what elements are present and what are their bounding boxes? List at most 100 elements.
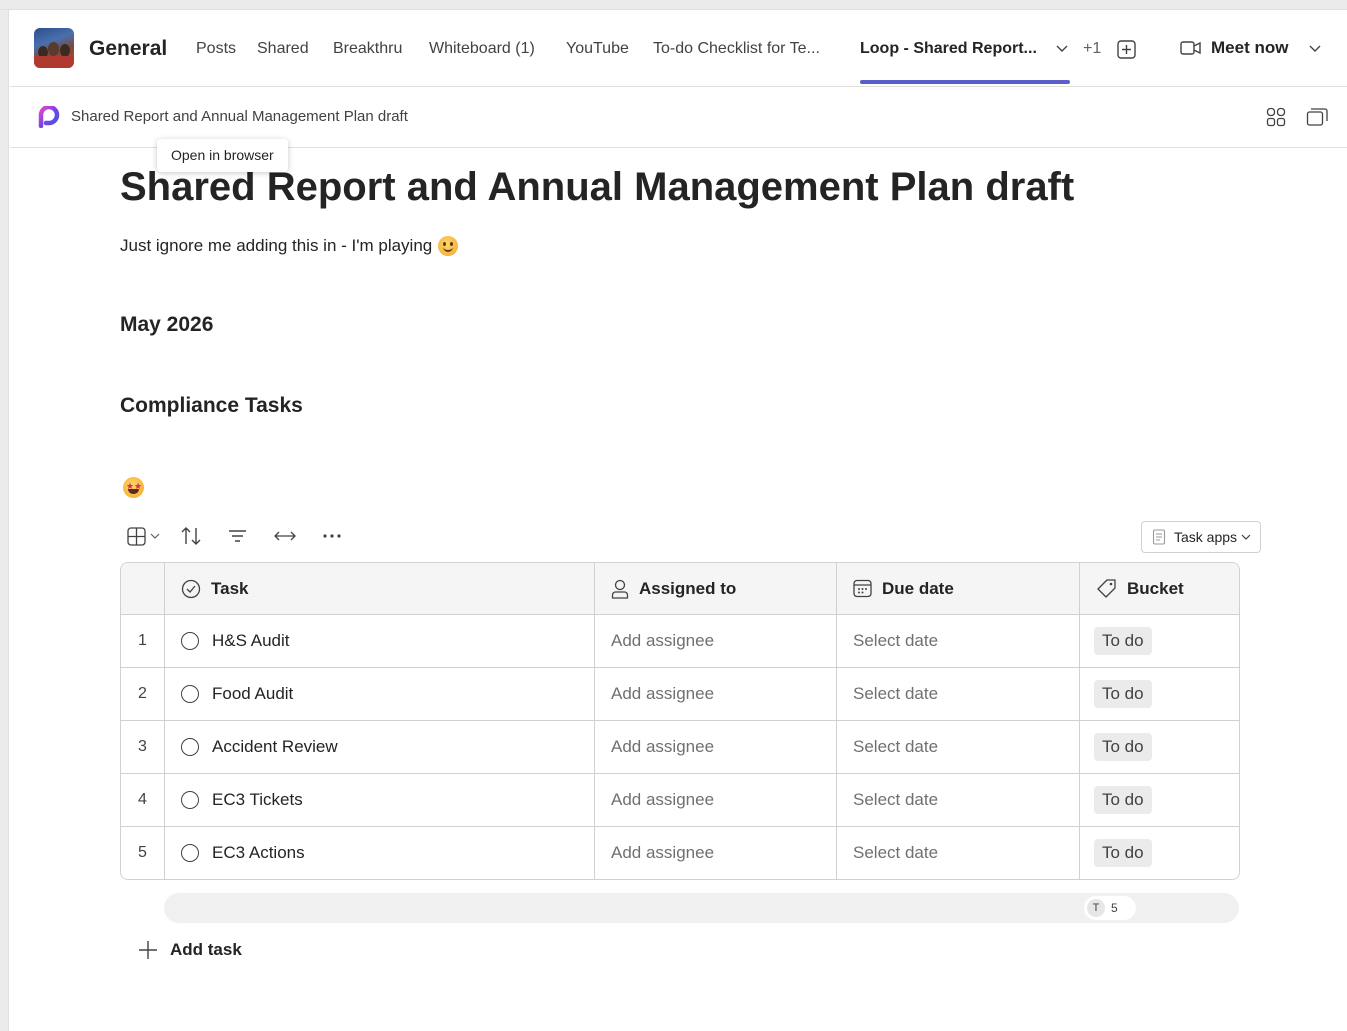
- table-grid-icon: [127, 526, 146, 546]
- loop-doc-title[interactable]: Shared Report and Annual Management Plan…: [71, 108, 408, 125]
- task-title: Food Audit: [212, 684, 294, 703]
- meet-now-chevron-down-icon[interactable]: [1308, 41, 1322, 55]
- column-header-task-label: Task: [211, 578, 249, 598]
- row-number-header: [121, 563, 164, 614]
- left-rail: [0, 10, 9, 1031]
- task-title: EC3 Tickets: [212, 790, 303, 809]
- table-row: 4 EC3 Tickets Add assignee Select date T…: [121, 773, 1239, 826]
- meet-now-label: Meet now: [1211, 38, 1289, 57]
- row-number: 1: [138, 632, 147, 649]
- more-options-button[interactable]: [308, 520, 355, 552]
- components-icon[interactable]: [1265, 106, 1287, 128]
- task-cell[interactable]: Accident Review: [164, 721, 594, 773]
- task-complete-checkbox[interactable]: [181, 738, 199, 756]
- more-tabs-count[interactable]: +1: [1083, 40, 1101, 58]
- due-date-cell[interactable]: Select date: [836, 774, 1079, 826]
- table-row: 1 H&S Audit Add assignee Select date To …: [121, 614, 1239, 667]
- loop-logo-icon: [38, 106, 60, 128]
- section-heading[interactable]: Compliance Tasks: [120, 394, 303, 418]
- column-header-bucket-label: Bucket: [1127, 578, 1184, 598]
- tag-icon: [1097, 579, 1116, 598]
- bucket-cell[interactable]: To do: [1079, 827, 1239, 879]
- bucket-cell[interactable]: To do: [1079, 721, 1239, 773]
- table-view-button[interactable]: [120, 520, 167, 552]
- month-heading[interactable]: May 2026: [120, 313, 213, 337]
- task-apps-button[interactable]: Task apps: [1141, 521, 1261, 553]
- bucket-pill: To do: [1094, 786, 1152, 814]
- task-cell[interactable]: EC3 Tickets: [164, 774, 594, 826]
- sort-button[interactable]: [167, 520, 214, 552]
- collaborator-avatar: T: [1087, 899, 1105, 917]
- active-tab-indicator: [860, 80, 1070, 84]
- meet-now-button[interactable]: Meet now: [1180, 38, 1322, 58]
- bucket-pill: To do: [1094, 733, 1152, 761]
- task-title: Accident Review: [212, 737, 338, 756]
- add-task-button[interactable]: Add task: [138, 940, 242, 960]
- check-circle-icon: [181, 579, 201, 598]
- tab-todo-checklist[interactable]: To-do Checklist for Te...: [653, 40, 820, 58]
- assignee-cell[interactable]: Add assignee: [594, 668, 836, 720]
- table-row: 2 Food Audit Add assignee Select date To…: [121, 667, 1239, 720]
- tab-shared[interactable]: Shared: [257, 40, 309, 58]
- person-icon: [611, 579, 629, 599]
- open-in-window-icon[interactable]: [1306, 106, 1328, 128]
- table-toolbar: [120, 520, 355, 552]
- task-cell[interactable]: Food Audit: [164, 668, 594, 720]
- assignee-cell[interactable]: Add assignee: [594, 827, 836, 879]
- task-complete-checkbox[interactable]: [181, 632, 199, 650]
- table-row: 5 EC3 Actions Add assignee Select date T…: [121, 826, 1239, 879]
- task-complete-checkbox[interactable]: [181, 791, 199, 809]
- open-in-browser-tooltip: Open in browser: [157, 139, 288, 172]
- bucket-cell[interactable]: To do: [1079, 668, 1239, 720]
- column-width-button[interactable]: [261, 520, 308, 552]
- due-date-cell[interactable]: Select date: [836, 668, 1079, 720]
- add-tab-icon[interactable]: [1116, 39, 1136, 59]
- bucket-cell[interactable]: To do: [1079, 774, 1239, 826]
- tab-chevron-down-icon[interactable]: [1055, 41, 1069, 55]
- star-struck-emoji-icon: ★ ★: [123, 477, 144, 498]
- due-date-cell[interactable]: Select date: [836, 615, 1079, 667]
- tasks-table: Task Assigned to Due date Bucket 1 H&S A…: [120, 562, 1240, 880]
- column-header-due-date[interactable]: Due date: [836, 563, 1079, 614]
- column-header-task[interactable]: Task: [164, 563, 594, 614]
- due-date-cell[interactable]: Select date: [836, 721, 1079, 773]
- column-header-bucket[interactable]: Bucket: [1079, 563, 1239, 614]
- task-title: EC3 Actions: [212, 843, 305, 862]
- table-view-chevron-down-icon: [150, 533, 160, 539]
- tab-breakthru[interactable]: Breakthru: [333, 40, 402, 58]
- task-apps-label: Task apps: [1174, 529, 1238, 545]
- column-header-due-date-label: Due date: [882, 578, 954, 598]
- tab-posts[interactable]: Posts: [196, 40, 236, 58]
- tab-youtube[interactable]: YouTube: [566, 40, 629, 58]
- task-cell[interactable]: H&S Audit: [164, 615, 594, 667]
- assignee-cell[interactable]: Add assignee: [594, 774, 836, 826]
- team-avatar[interactable]: [34, 28, 74, 68]
- bucket-pill: To do: [1094, 839, 1152, 867]
- planner-document-icon: [1152, 529, 1166, 545]
- row-number: 4: [138, 791, 147, 808]
- due-date-cell[interactable]: Select date: [836, 827, 1079, 879]
- bucket-cell[interactable]: To do: [1079, 615, 1239, 667]
- more-horizontal-icon: [322, 534, 341, 538]
- horizontal-scrollbar[interactable]: T 5: [164, 893, 1239, 923]
- row-number: 2: [138, 685, 147, 702]
- bucket-pill: To do: [1094, 680, 1152, 708]
- tab-whiteboard[interactable]: Whiteboard (1): [429, 40, 535, 58]
- bucket-pill: To do: [1094, 627, 1152, 655]
- task-complete-checkbox[interactable]: [181, 844, 199, 862]
- plus-icon: [139, 941, 157, 959]
- column-header-assigned-to[interactable]: Assigned to: [594, 563, 836, 614]
- filter-button[interactable]: [214, 520, 261, 552]
- assignee-cell[interactable]: Add assignee: [594, 721, 836, 773]
- calendar-icon: [853, 579, 872, 598]
- collaborators-presence[interactable]: T 5: [1084, 896, 1136, 920]
- row-number: 5: [138, 844, 147, 861]
- task-apps-chevron-down-icon: [1241, 534, 1251, 540]
- tab-loop-shared-report[interactable]: Loop - Shared Report...: [860, 40, 1037, 58]
- assignee-cell[interactable]: Add assignee: [594, 615, 836, 667]
- intro-paragraph[interactable]: Just ignore me adding this in - I'm play…: [120, 236, 459, 256]
- task-cell[interactable]: EC3 Actions: [164, 827, 594, 879]
- task-complete-checkbox[interactable]: [181, 685, 199, 703]
- grinning-face-emoji-icon: [438, 236, 459, 256]
- row-number: 3: [138, 738, 147, 755]
